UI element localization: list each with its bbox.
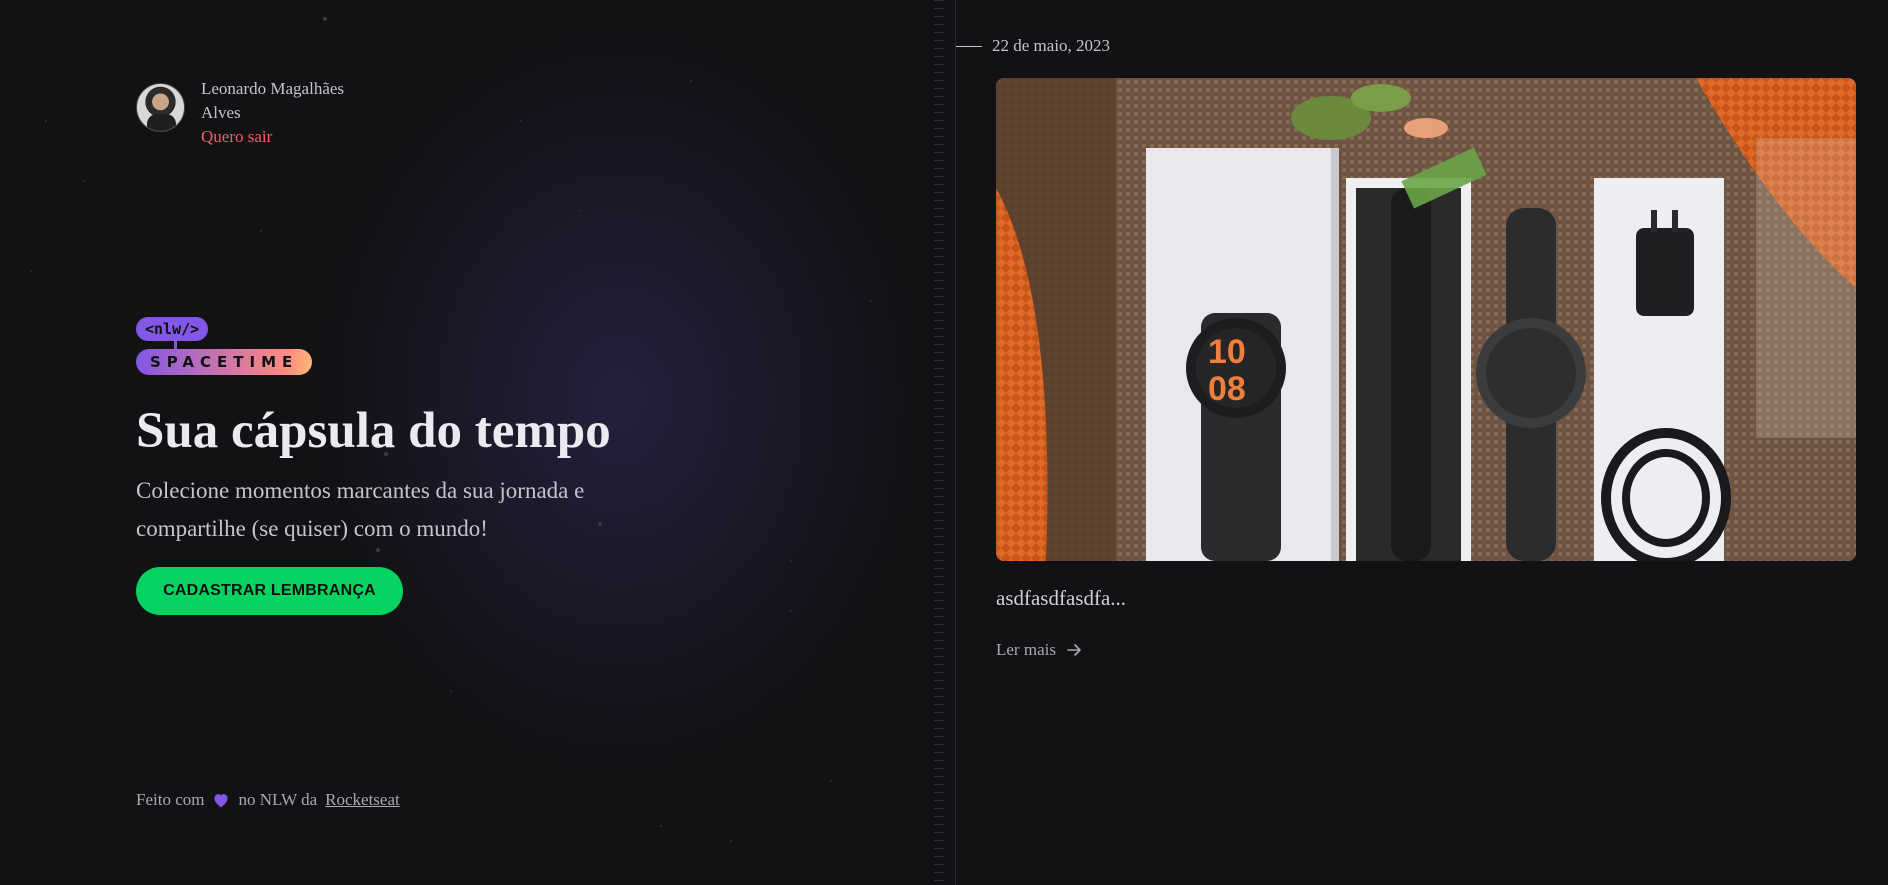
logo-connector bbox=[174, 341, 177, 349]
logo-spacetime-badge: SPACETIME bbox=[136, 349, 313, 375]
hero-description: Colecione momentos marcantes da sua jorn… bbox=[136, 478, 585, 541]
watch-photo: 10 08 bbox=[996, 78, 1856, 561]
add-memory-button[interactable]: Cadastrar lembrança bbox=[136, 567, 403, 615]
read-more-label: Ler mais bbox=[996, 640, 1056, 659]
svg-text:08: 08 bbox=[1208, 370, 1246, 408]
memory-excerpt: asdfasdfasdfa... bbox=[996, 586, 1127, 610]
memory-date: 22 de maio, 2023 bbox=[992, 36, 1111, 55]
user-profile: Leonardo Magalhães Alves Quero sair bbox=[136, 77, 371, 149]
date-line bbox=[956, 45, 982, 47]
avatar[interactable] bbox=[136, 83, 185, 132]
memory-cover-image: 10 08 bbox=[996, 78, 1856, 561]
memories-timeline: 22 de maio, 2023 10 08 asdfasdfasdfa... … bbox=[956, 0, 1888, 885]
logo-nlw-badge: <nlw/> bbox=[136, 317, 209, 341]
memory-date-row: 22 de maio, 2023 bbox=[956, 36, 1110, 56]
heart-icon bbox=[214, 794, 229, 808]
read-more-link[interactable]: Ler mais bbox=[996, 640, 1082, 660]
ruler-stripes bbox=[934, 0, 944, 885]
footer-prefix: Feito com bbox=[136, 790, 205, 809]
logout-link[interactable]: Quero sair bbox=[201, 127, 272, 146]
footer: Feito com no NLW da Rocketseat bbox=[136, 790, 400, 810]
left-panel: Leonardo Magalhães Alves Quero sair <nlw… bbox=[0, 0, 955, 885]
user-name: Leonardo Magalhães Alves bbox=[201, 79, 345, 122]
nlw-spacetime-logo: <nlw/> SPACETIME bbox=[136, 317, 313, 375]
svg-text:10: 10 bbox=[1208, 333, 1246, 371]
rocketseat-link[interactable]: Rocketseat bbox=[325, 790, 400, 810]
arrow-right-icon bbox=[1067, 644, 1081, 656]
hero-title: Sua cápsula do tempo bbox=[136, 403, 611, 459]
footer-middle: no NLW da bbox=[238, 790, 318, 809]
